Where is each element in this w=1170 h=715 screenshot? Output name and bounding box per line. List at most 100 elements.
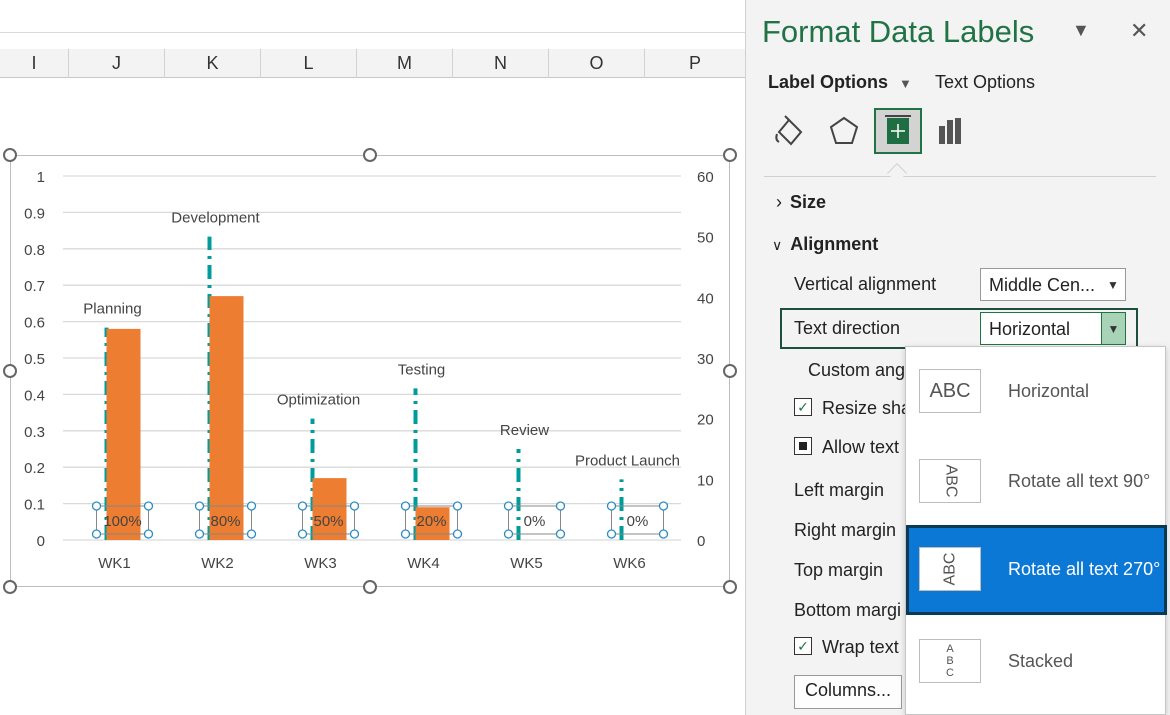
y-tick-label: 0.1: [24, 497, 45, 514]
wrap-text-checkbox[interactable]: ✓: [794, 637, 812, 655]
label-selection-handle: [91, 501, 102, 511]
menu-item-horizontal[interactable]: ABC Horizontal: [906, 347, 1167, 437]
column-header[interactable]: I: [0, 49, 69, 78]
checkmark-icon: ✓: [797, 638, 809, 654]
resize-handle[interactable]: [723, 148, 737, 162]
y2-tick-label: 10: [697, 472, 714, 489]
text-direction-dropdown[interactable]: Horizontal ▼: [980, 312, 1126, 345]
label-selection-handle: [555, 501, 566, 511]
label-selection-handle: [452, 501, 463, 511]
columns-button[interactable]: Columns...: [794, 675, 903, 709]
section-size[interactable]: › Size: [776, 192, 826, 213]
checkmark-icon: ✓: [797, 399, 809, 415]
allow-text-label: Allow text: [822, 437, 900, 457]
tab-label: Label Options: [768, 72, 889, 92]
horizontal-text-icon: ABC: [919, 369, 981, 413]
menu-item-label: Rotate all text 270°: [1008, 559, 1161, 579]
thumb-text: ABC: [929, 379, 971, 402]
column-header[interactable]: L: [261, 49, 357, 78]
size-properties-icon[interactable]: [874, 108, 922, 154]
spreadsheet-grid[interactable]: I J K L M N O P 1 0.9 0.8 0.7 0.6 0.5 0.4 0.3 0.…: [0, 0, 745, 715]
annotation-label: Review: [500, 422, 549, 439]
pointer-notch: [887, 163, 907, 183]
label-selection-handle: [143, 529, 154, 539]
data-label: 0%: [524, 513, 546, 530]
resize-handle[interactable]: [723, 580, 737, 594]
chevron-right-icon: ›: [776, 192, 782, 212]
label-selection-handle: [606, 529, 617, 539]
column-header[interactable]: K: [165, 49, 261, 78]
menu-item-label: Stacked: [1008, 651, 1074, 671]
fill-line-icon[interactable]: [766, 108, 814, 154]
y-tick-label: 0.8: [24, 242, 45, 259]
vertical-alignment-value: Middle Cen...: [989, 275, 1096, 295]
menu-item-rotate-270[interactable]: ABC Rotate all text 270°: [906, 525, 1167, 615]
x-tick-label: WK2: [201, 555, 234, 572]
x-tick-label: WK5: [510, 555, 543, 572]
resize-handle[interactable]: [3, 364, 17, 378]
label-selection-handle: [555, 529, 566, 539]
label-selection-handle: [658, 529, 669, 539]
tab-label-options[interactable]: Label Options ▼: [768, 72, 912, 93]
y2-tick-label: 20: [697, 412, 714, 429]
y-tick-label: 0: [37, 533, 45, 550]
y-tick-label: 0.3: [24, 424, 45, 441]
vertical-alignment-dropdown[interactable]: Middle Cen... ▼: [980, 268, 1126, 301]
menu-item-stacked[interactable]: A B C Stacked: [906, 617, 1167, 707]
combo-chart[interactable]: 1 0.9 0.8 0.7 0.6 0.5 0.4 0.3 0.2 0.1 0 60 50 40 30 20 1…: [11, 156, 731, 588]
resize-shape-checkbox[interactable]: ✓: [794, 398, 812, 416]
divider: [764, 176, 1156, 177]
chevron-down-icon: ∨: [772, 237, 783, 253]
x-tick-label: WK3: [304, 555, 337, 572]
annotation-label: Testing: [398, 361, 446, 378]
pane-options-icon[interactable]: ▼: [1072, 20, 1090, 41]
left-margin-label: Left margin: [794, 480, 885, 500]
resize-handle[interactable]: [723, 364, 737, 378]
pane-title: Format Data Labels: [762, 14, 1035, 49]
annotation-label: Product Launch: [575, 452, 680, 469]
label-selection-handle: [246, 501, 257, 511]
effects-icon[interactable]: [820, 108, 868, 154]
y2-tick-label: 60: [697, 169, 714, 186]
right-margin-label: Right margin: [794, 520, 897, 540]
x-tick-label: WK6: [613, 555, 646, 572]
label-selection-handle: [452, 529, 463, 539]
text-direction-value: Horizontal: [989, 319, 1071, 339]
resize-handle[interactable]: [363, 580, 377, 594]
y2-tick-label: 30: [697, 351, 714, 368]
label-selection-handle: [297, 501, 308, 511]
label-selection-handle: [194, 501, 205, 511]
annotation-label: Optimization: [277, 392, 360, 409]
rotate-90-text-icon: ABC: [919, 459, 981, 503]
menu-item-rotate-90[interactable]: ABC Rotate all text 90°: [906, 437, 1167, 527]
resize-handle[interactable]: [3, 580, 17, 594]
tab-text-options[interactable]: Text Options: [935, 72, 1035, 93]
y2-tick-label: 50: [697, 230, 714, 247]
column-header[interactable]: J: [69, 49, 165, 78]
column-header[interactable]: P: [645, 49, 745, 78]
column-header[interactable]: O: [549, 49, 645, 78]
bar: [312, 478, 347, 540]
y-tick-label: 0.2: [24, 460, 45, 477]
chevron-down-icon: ▼: [1107, 277, 1119, 292]
data-label: 0%: [627, 513, 649, 530]
y-tick-label: 0.6: [24, 315, 45, 332]
column-header[interactable]: N: [453, 49, 549, 78]
section-alignment[interactable]: ∨ Alignment: [772, 234, 878, 255]
chart-area[interactable]: 1 0.9 0.8 0.7 0.6 0.5 0.4 0.3 0.2 0.1 0 60 50 40 30 20 1…: [10, 155, 730, 587]
allow-text-overflow-checkbox[interactable]: [794, 437, 812, 455]
rotate-270-text-icon: ABC: [919, 547, 981, 591]
y-tick-label: 0.7: [24, 278, 45, 295]
resize-handle[interactable]: [363, 148, 377, 162]
column-header-row: I J K L M N O P: [0, 49, 745, 78]
stacked-text-icon: A B C: [919, 639, 981, 683]
close-icon[interactable]: ✕: [1130, 18, 1148, 44]
column-header[interactable]: M: [357, 49, 453, 78]
resize-handle[interactable]: [3, 148, 17, 162]
chevron-down-icon[interactable]: ▼: [1101, 313, 1125, 344]
label-selection-handle: [246, 529, 257, 539]
menu-item-label: Rotate all text 90°: [1008, 471, 1151, 491]
x-tick-label: WK4: [407, 555, 440, 572]
wrap-text-label: Wrap text: [822, 637, 899, 657]
label-options-icon[interactable]: [928, 108, 976, 154]
